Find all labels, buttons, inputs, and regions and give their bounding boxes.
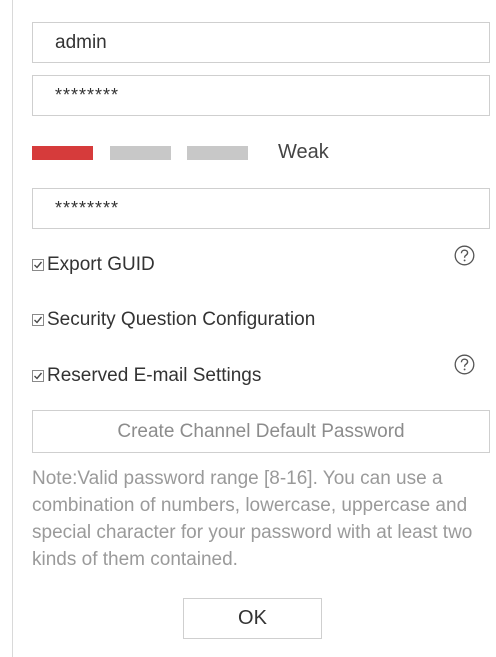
confirm-password-field[interactable]: ********	[32, 188, 490, 229]
password-field-value: ********	[55, 85, 120, 105]
password-rules-note: Note:Valid password range [8-16]. You ca…	[32, 468, 473, 570]
security-question-checkbox[interactable]	[32, 314, 44, 326]
checkmark-icon	[34, 261, 43, 269]
password-setup-panel: ******** Weak ******** Export GUID Secur…	[12, 0, 496, 657]
security-question-label: Security Question Configuration	[47, 309, 316, 330]
confirm-password-field-value: ********	[55, 198, 120, 218]
password-strength-label: Weak	[278, 141, 329, 163]
help-icon-reserved-email[interactable]	[454, 354, 475, 375]
username-field[interactable]	[32, 22, 490, 63]
export-guid-label: Export GUID	[47, 254, 155, 275]
ok-button[interactable]: OK	[183, 598, 322, 639]
strength-bar-segment-2	[110, 146, 171, 160]
strength-bar-segment-3	[187, 146, 248, 160]
help-icon-export-guid[interactable]	[454, 245, 475, 266]
export-guid-option[interactable]: Export GUID	[32, 251, 155, 279]
export-guid-checkbox[interactable]	[32, 259, 44, 271]
security-question-option[interactable]: Security Question Configuration	[32, 306, 315, 334]
create-channel-default-password-button[interactable]: Create Channel Default Password	[32, 410, 490, 453]
checkmark-icon	[34, 316, 43, 324]
strength-bar-segment-1	[32, 146, 93, 160]
checkmark-icon	[34, 372, 43, 380]
reserved-email-checkbox[interactable]	[32, 370, 44, 382]
reserved-email-option[interactable]: Reserved E-mail Settings	[32, 362, 261, 390]
reserved-email-label: Reserved E-mail Settings	[47, 365, 262, 386]
password-field[interactable]: ********	[32, 75, 490, 116]
